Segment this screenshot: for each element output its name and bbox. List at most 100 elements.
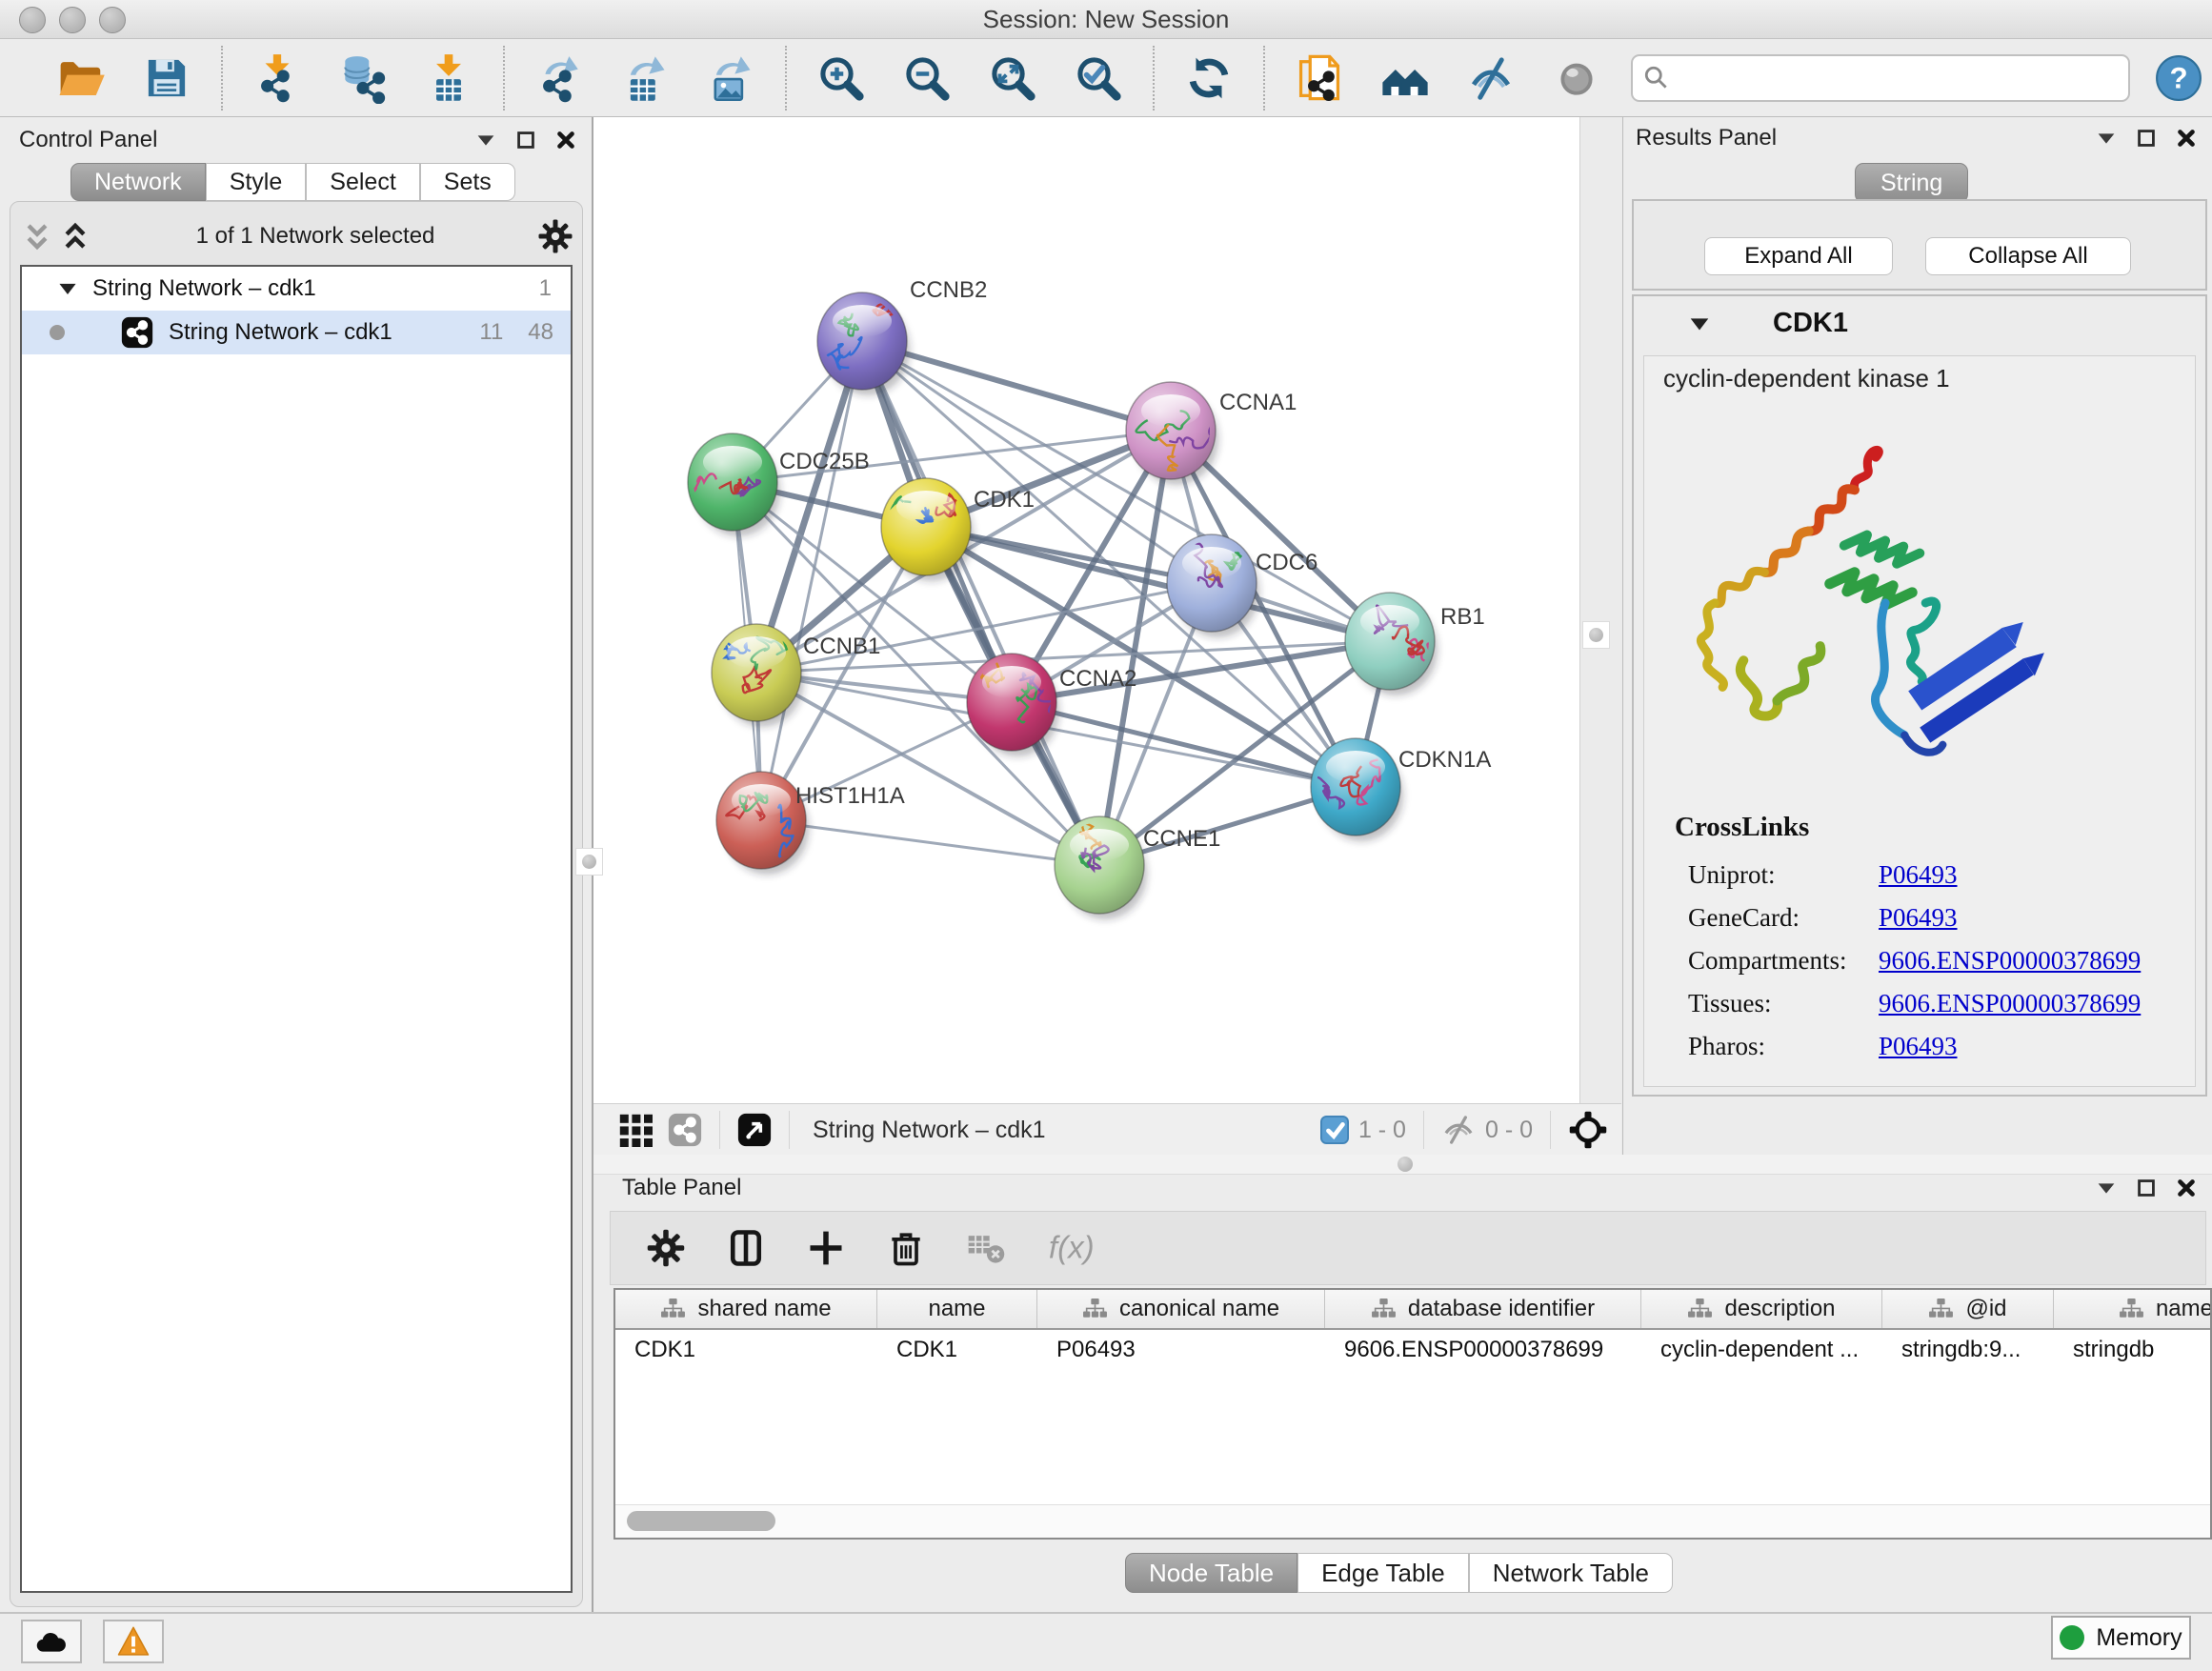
crosslink-label-uniprot-: Uniprot:: [1688, 860, 1879, 890]
column-header-shared-name[interactable]: shared name: [615, 1290, 877, 1328]
tab-select[interactable]: Select: [306, 163, 419, 201]
tab-string[interactable]: String: [1855, 163, 1968, 203]
expand-all-icon[interactable]: [56, 217, 94, 255]
open-session-icon[interactable]: [55, 52, 107, 104]
panel-collapse-icon[interactable]: [473, 128, 498, 152]
toolbar-group: [505, 46, 787, 111]
hidden-eye-icon[interactable]: [1441, 1113, 1476, 1147]
show-eye-icon[interactable]: [1551, 52, 1602, 104]
main-toolbar: ?: [0, 39, 2212, 118]
panel-collapse-icon[interactable]: [2094, 1176, 2119, 1200]
crosslink-value-pharos-[interactable]: P06493: [1879, 1032, 1958, 1061]
memory-button[interactable]: Memory: [2051, 1616, 2191, 1660]
export-network-icon[interactable]: [533, 52, 585, 104]
home-panels-icon[interactable]: [1379, 52, 1431, 104]
birdseye-view-icon[interactable]: [737, 1113, 772, 1147]
cloud-status-button[interactable]: [21, 1620, 82, 1663]
table-cell: stringdb: [2054, 1330, 2212, 1370]
delete-column-icon[interactable]: [885, 1227, 927, 1269]
help-icon[interactable]: ?: [2155, 54, 2202, 102]
collapse-all-button[interactable]: Collapse All: [1925, 237, 2131, 275]
column-header-namespace[interactable]: namespace: [2054, 1290, 2212, 1328]
table-cell: CDK1: [615, 1330, 877, 1370]
panel-float-icon[interactable]: [513, 128, 538, 152]
hide-eye-icon[interactable]: [1465, 52, 1517, 104]
column-header-canonical-name[interactable]: canonical name: [1037, 1290, 1325, 1328]
panel-collapse-icon[interactable]: [2094, 126, 2119, 151]
zoom-selected-icon[interactable]: [1073, 52, 1124, 104]
add-column-icon[interactable]: [805, 1227, 847, 1269]
zoom-in-icon[interactable]: [815, 52, 867, 104]
column-header--id[interactable]: @id: [1882, 1290, 2054, 1328]
network-manager-box: 1 of 1 Network selected String Network –…: [10, 201, 583, 1607]
import-database-icon[interactable]: [337, 52, 389, 104]
network-row-selected[interactable]: String Network – cdk1 11 48: [22, 311, 571, 354]
splitter-handle-bottom[interactable]: [1398, 1157, 1413, 1172]
table-horizontal-scrollbar[interactable]: [615, 1504, 2210, 1538]
column-header-database-identifier[interactable]: database identifier: [1325, 1290, 1641, 1328]
network-options-gear-icon[interactable]: [536, 217, 574, 255]
network-collection-row[interactable]: String Network – cdk1 1: [22, 267, 571, 311]
node-label-CCNA1: CCNA1: [1219, 390, 1297, 415]
panel-float-icon[interactable]: [2134, 1176, 2159, 1200]
refresh-icon[interactable]: [1183, 52, 1235, 104]
expand-all-button[interactable]: Expand All: [1704, 237, 1893, 275]
collapse-all-icon[interactable]: [18, 217, 56, 255]
node-label-CDK1: CDK1: [974, 487, 1035, 513]
node-gloss: [1070, 829, 1129, 861]
crosslink-value-uniprot-[interactable]: P06493: [1879, 860, 1958, 890]
crosshair-icon[interactable]: [1568, 1110, 1608, 1150]
save-session-icon[interactable]: [141, 52, 192, 104]
splitter-handle-left[interactable]: [575, 848, 603, 876]
import-table-icon[interactable]: [423, 52, 474, 104]
scrollbar-thumb[interactable]: [627, 1511, 775, 1531]
memory-label: Memory: [2096, 1624, 2182, 1652]
splitter-handle-right[interactable]: [1582, 621, 1610, 649]
column-header-name[interactable]: name: [877, 1290, 1037, 1328]
tab-network-table[interactable]: Network Table: [1469, 1553, 1673, 1593]
panel-close-icon[interactable]: [553, 128, 578, 152]
crosslink-value-genecard-[interactable]: P06493: [1879, 903, 1958, 933]
panel-close-icon[interactable]: [2174, 126, 2199, 151]
network-edge-CCNB2-HIST1H1A[interactable]: [761, 341, 862, 820]
tab-style[interactable]: Style: [206, 163, 307, 201]
column-network-icon: [1371, 1298, 1397, 1320]
search-input[interactable]: [1671, 64, 2119, 92]
entry-expand-icon[interactable]: [1687, 312, 1712, 336]
selected-checkbox-icon[interactable]: [1320, 1116, 1349, 1144]
network-graph[interactable]: CCNB2CCNA1CDC25BCDK1CDC6RB1CCNB1CCNA2CDK…: [593, 117, 1579, 1103]
column-header-description[interactable]: description: [1641, 1290, 1882, 1328]
panel-close-icon[interactable]: [2174, 1176, 2199, 1200]
warning-icon: [117, 1625, 150, 1658]
export-table-icon[interactable]: [619, 52, 671, 104]
crosslink-value-tissues-[interactable]: 9606.ENSP00000378699: [1879, 989, 2141, 1018]
column-network-icon: [1082, 1298, 1108, 1320]
table-row[interactable]: CDK1CDK1P064939606.ENSP00000378699cyclin…: [615, 1330, 2210, 1370]
network-view-canvas[interactable]: CCNB2CCNA1CDC25BCDK1CDC6RB1CCNB1CCNA2CDK…: [593, 117, 1579, 1103]
panel-splitter-horizontal[interactable]: [593, 1155, 2212, 1175]
tree-expand-icon[interactable]: [56, 277, 79, 300]
cloud-icon: [35, 1625, 68, 1658]
tab-node-table[interactable]: Node Table: [1125, 1553, 1297, 1593]
export-image-icon[interactable]: [705, 52, 756, 104]
warnings-button[interactable]: [103, 1620, 164, 1663]
column-label: canonical name: [1119, 1296, 1279, 1322]
crosslinks-list: Uniprot:P06493GeneCard:P06493Compartment…: [1688, 854, 2176, 1068]
network-overview-icon[interactable]: [668, 1113, 702, 1147]
crosslink-value-compartments-[interactable]: 9606.ENSP00000378699: [1879, 946, 2141, 976]
panel-float-icon[interactable]: [2134, 126, 2159, 151]
show-columns-icon[interactable]: [725, 1227, 767, 1269]
tab-edge-table[interactable]: Edge Table: [1297, 1553, 1469, 1593]
string-document-icon[interactable]: [1294, 52, 1345, 104]
tab-network[interactable]: Network: [70, 163, 206, 201]
search-input-wrapper[interactable]: [1631, 54, 2130, 102]
zoom-out-icon[interactable]: [901, 52, 953, 104]
grid-view-icon[interactable]: [618, 1113, 653, 1147]
import-network-icon[interactable]: [251, 52, 303, 104]
network-edge-CDK1-RB1[interactable]: [926, 527, 1390, 641]
network-edge-HIST1H1A-CCNE1[interactable]: [761, 820, 1099, 865]
node-table[interactable]: shared namename canonical name database id…: [613, 1288, 2212, 1540]
tab-sets[interactable]: Sets: [420, 163, 515, 201]
table-options-gear-icon[interactable]: [645, 1227, 687, 1269]
zoom-fit-icon[interactable]: [987, 52, 1038, 104]
